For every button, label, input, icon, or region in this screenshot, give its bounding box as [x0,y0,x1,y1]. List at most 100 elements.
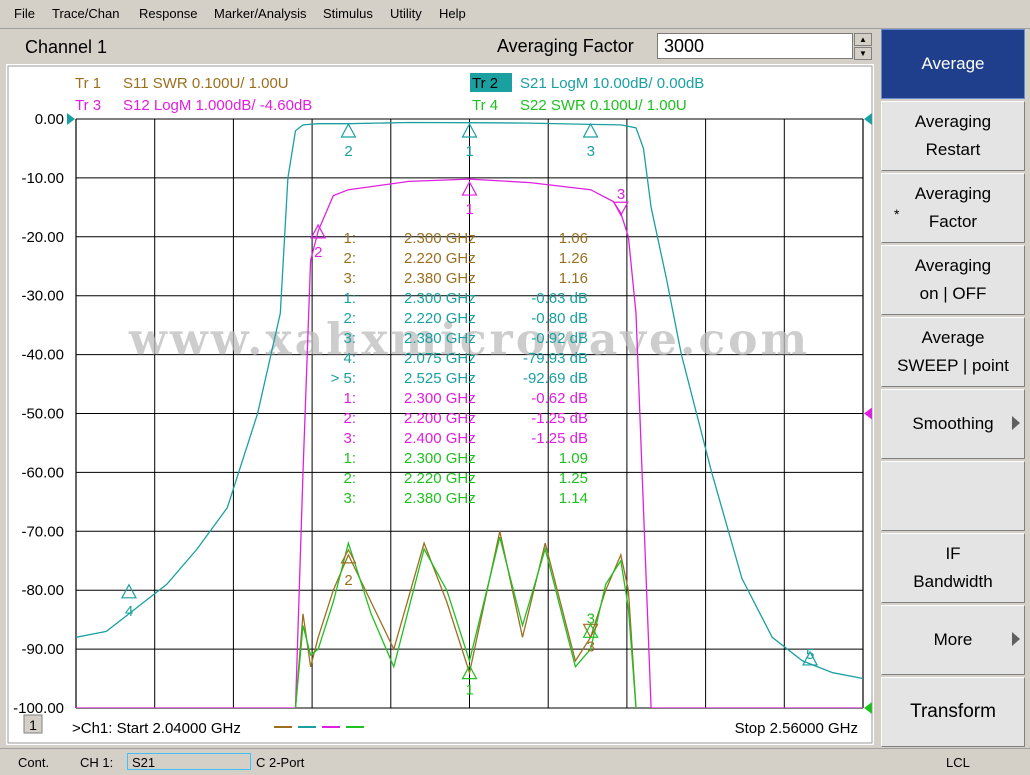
marker-label: 3 [617,186,625,203]
marker-readout-frequency: 2.200 GHz [404,410,476,427]
marker-readout-index: 2: [343,470,356,487]
softkey-label-line1: Average [921,54,985,73]
marker-readout-frequency: 2.220 GHz [404,470,476,487]
averaging-factor-input[interactable]: 3000 [657,33,853,59]
softkey-smoothing[interactable]: Smoothing [881,389,1025,459]
marker-readout-index: 1: [343,290,356,307]
marker-readout-index: 1: [343,450,356,467]
marker-readout-value: 1.09 [559,450,588,467]
softkey-label: IF Bandwidth [913,540,992,596]
menu-utility[interactable]: Utility [390,6,422,21]
status-reference: LCL [946,755,970,770]
marker-label: 3 [587,638,595,655]
y-tick-label: -40.00 [21,347,64,364]
trace-desc-tr2: S21 LogM 10.00dB/ 0.00dB [520,75,704,92]
softkey-averaging-on-off[interactable]: Averaging on | OFF [881,245,1025,315]
trace-label-tr1: Tr 1 [75,75,101,92]
softkey-average[interactable]: Average [881,29,1025,99]
softkey-label: Transform [910,698,996,726]
menu-help[interactable]: Help [439,6,466,21]
marker-readout-value: -1.25 dB [531,410,588,427]
softkey-averaging-restart[interactable]: Averaging Restart [881,101,1025,171]
softkey-label-line2: Bandwidth [913,572,993,591]
marker-label: 2 [314,244,322,261]
marker-readout-index: 2: [343,250,356,267]
softkey-label-line1: Averaging [914,112,992,131]
channel-title: Channel 1 [25,37,108,57]
softkey-label-line2: SWEEP | point [897,356,1009,375]
marker-readout-value: 1.25 [559,470,588,487]
marker-readout-frequency: 2.525 GHz [404,370,476,387]
marker-readout-value: 1.14 [559,490,588,507]
status-sweep-mode: Cont. [18,755,50,770]
marker-readout-index: 1: [343,230,356,247]
marker-readout-index: 3: [343,330,356,347]
softkey-label-line2: on | OFF [919,284,987,303]
chart-panel: 0.00 -10.00 -20.00 -30.00 -40.00 -50.00 -60.00… [6,64,874,745]
marker-label: 3 [587,143,595,160]
marker-readout-frequency: 2.380 GHz [404,330,476,347]
softkey-blank[interactable] [881,461,1025,531]
submenu-arrow-icon [1012,632,1020,646]
softkey-average-sweep-point[interactable]: Average SWEEP | point [881,317,1025,387]
spin-up-button[interactable]: ▲ [854,33,872,46]
trace-label-tr2: Tr 2 [472,75,498,92]
marker-label: 1 [466,201,474,218]
sweep-stop-label: Stop 2.56000 GHz [735,720,858,737]
softkey-label-line1: IF [945,544,961,563]
marker-readout-value: -0.63 dB [531,290,588,307]
softkey-label: Averaging on | OFF [915,252,991,308]
softkey-label-line1: Smoothing [912,414,994,433]
averaging-factor-label: Averaging Factor [497,36,634,56]
y-tick-label: -30.00 [21,288,64,305]
softkey-label-line1: Averaging [914,256,992,275]
menu-trace-chan[interactable]: Trace/Chan [52,6,119,21]
menu-stimulus[interactable]: Stimulus [323,6,373,21]
marker-label: 1 [466,682,474,699]
softkey-more[interactable]: More [881,605,1025,675]
softkey-averaging-factor[interactable]: Averaging Factor * [881,173,1025,243]
softkey-label-line1: Transform [910,701,996,722]
marker-readout-frequency: 2.380 GHz [404,270,476,287]
trace-desc-tr3: S12 LogM 1.000dB/ -4.60dB [123,97,312,114]
y-tick-label: -10.00 [21,170,64,187]
y-tick-label: -90.00 [21,641,64,658]
marker-readout-frequency: 2.075 GHz [404,350,476,367]
y-tick-label: -70.00 [21,523,64,540]
channel-header: Channel 1 Averaging Factor 3000 ▲ ▼ [6,31,874,63]
marker-readout-index: 3: [343,490,356,507]
softkey-label: More [934,626,973,654]
y-tick-label: -80.00 [21,582,64,599]
menu-marker-analysis[interactable]: Marker/Analysis [214,6,306,21]
trace-desc-tr1: S11 SWR 0.100U/ 1.00U [123,75,289,92]
softkey-if-bandwidth[interactable]: IF Bandwidth [881,533,1025,603]
softkey-label: Average SWEEP | point [897,324,1009,380]
y-tick-label: -20.00 [21,229,64,246]
submenu-arrow-icon [1012,416,1020,430]
marker-readout-frequency: 2.300 GHz [404,230,476,247]
marker-readout-value: -0.92 dB [531,330,588,347]
softkey-label-line2: Factor [928,212,978,231]
menu-file[interactable]: File [14,6,35,21]
marker-readout-frequency: 2.380 GHz [404,490,476,507]
softkey-label-line1: More [933,630,973,649]
menu-response[interactable]: Response [139,6,198,21]
status-bar: Cont. CH 1: S21 C 2-Port LCL [0,748,1030,775]
y-tick-label: -50.00 [21,406,64,423]
marker-readout-frequency: 2.220 GHz [404,250,476,267]
marker-readout-value: 1.26 [559,250,588,267]
status-parameter: S21 [132,755,156,770]
trace-label-tr4: Tr 4 [472,97,498,114]
marker-readout-value: -92.69 dB [523,370,588,387]
softkey-transform[interactable]: Transform [881,677,1025,747]
marker-readout-index: > 5: [331,370,356,387]
softkey-panel: Average Averaging Restart Averaging Factor * A… [878,29,1028,747]
marker-readout-value: 1.16 [559,270,588,287]
marker-readout-frequency: 2.400 GHz [404,430,476,447]
menu-bar: File Trace/Chan Response Marker/Analysis… [0,0,1030,29]
marker-readout-index: 2: [343,310,356,327]
marker-label: 2 [344,143,352,160]
spin-down-button[interactable]: ▼ [854,47,872,60]
marker-readout-index: 2: [343,410,356,427]
marker-label: 1 [466,143,474,160]
